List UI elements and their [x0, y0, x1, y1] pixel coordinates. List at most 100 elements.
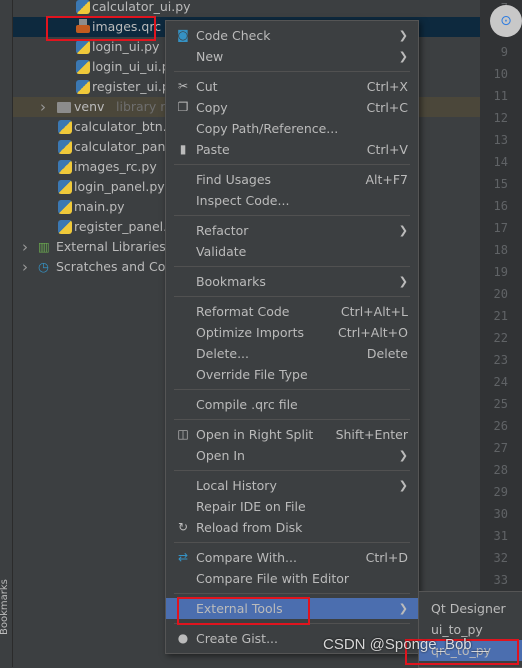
menu-item-paste[interactable]: ▮ Paste Ctrl+V — [166, 139, 418, 160]
screenshot-lens-icon[interactable]: ⊙ — [490, 5, 522, 37]
menu-separator — [166, 466, 418, 475]
python-file-icon — [58, 180, 72, 194]
menu-item-bookmarks[interactable]: Bookmarks ❯ — [166, 271, 418, 292]
menu-item-label: Reformat Code — [196, 304, 290, 319]
watermark: CSDN @Sponge_Bob__ — [323, 636, 489, 653]
line-number: 12 — [493, 111, 508, 125]
menu-item-label: Validate — [196, 244, 247, 259]
tree-item-label: login_ui.py — [92, 39, 160, 54]
line-number: 16 — [493, 199, 508, 213]
clipboard-icon: ▮ — [179, 142, 187, 156]
menu-item-label: Open In — [196, 448, 245, 463]
menu-item-compare-with[interactable]: ⇄ Compare With... Ctrl+D — [166, 547, 418, 568]
menu-item-open-in-right-split[interactable]: ◫ Open in Right Split Shift+Enter — [166, 424, 418, 445]
menu-item-repair-ide-on-file[interactable]: Repair IDE on File — [166, 496, 418, 517]
menu-separator — [166, 160, 418, 169]
menu-item-shortcut: Ctrl+V — [366, 142, 408, 157]
python-file-icon — [58, 220, 72, 234]
menu-item-label: Copy — [196, 100, 228, 115]
tree-item-label: login_panel.py — [74, 179, 165, 194]
tree-item[interactable]: calculator_ui.py — [13, 0, 480, 17]
menu-item-label: Delete... — [196, 346, 249, 361]
menu-item-override-file-type[interactable]: Override File Type — [166, 364, 418, 385]
menu-item-copy[interactable]: ❐ Copy Ctrl+C — [166, 97, 418, 118]
menu-item-shortcut: Shift+Enter — [335, 427, 408, 442]
menu-separator — [166, 619, 418, 628]
python-file-icon — [76, 0, 90, 14]
menu-item-open-in[interactable]: Open In ❯ — [166, 445, 418, 466]
scissors-icon: ✂ — [177, 79, 189, 93]
menu-item-delete[interactable]: Delete... Delete — [166, 343, 418, 364]
menu-item-refactor[interactable]: Refactor ❯ — [166, 220, 418, 241]
menu-item-local-history[interactable]: Local History ❯ — [166, 475, 418, 496]
menu-item-code-check[interactable]: ◙ Code Check ❯ — [166, 25, 418, 46]
reload-icon: ↻ — [177, 520, 189, 534]
menu-item-reload-from-disk[interactable]: ↻ Reload from Disk — [166, 517, 418, 538]
menu-item-label: Bookmarks — [196, 274, 266, 289]
scratches-icon: ◷ — [38, 259, 49, 274]
menu-separator — [166, 538, 418, 547]
menu-item-new[interactable]: New ❯ — [166, 46, 418, 67]
menu-separator — [166, 67, 418, 76]
line-number: 9 — [500, 45, 508, 59]
menu-separator — [166, 415, 418, 424]
menu-item-label: Paste — [196, 142, 230, 157]
line-number: 28 — [493, 463, 508, 477]
tree-item-label: External Libraries — [56, 239, 166, 254]
bookmarks-tool-tab[interactable]: Bookmarks — [0, 579, 10, 635]
menu-item-validate[interactable]: Validate — [166, 241, 418, 262]
expand-arrow-icon[interactable]: › — [22, 237, 28, 257]
line-number: 20 — [493, 287, 508, 301]
menu-item-reformat-code[interactable]: Reformat Code Ctrl+Alt+L — [166, 301, 418, 322]
menu-item-label: Local History — [196, 478, 277, 493]
menu-item-label: Inspect Code... — [196, 193, 290, 208]
line-number: 27 — [493, 441, 508, 455]
tree-item-label: venv — [74, 99, 105, 114]
python-file-icon — [58, 200, 72, 214]
menu-item-find-usages[interactable]: Find Usages Alt+F7 — [166, 169, 418, 190]
expand-arrow-icon[interactable]: › — [22, 257, 28, 277]
menu-item-label: Compare With... — [196, 550, 297, 565]
menu-item-label: Optimize Imports — [196, 325, 305, 340]
left-tool-strip: Bookmarks — [0, 0, 13, 667]
menu-item-label: New — [196, 49, 224, 64]
menu-item-shortcut: Ctrl+X — [366, 79, 408, 94]
python-file-icon — [76, 40, 90, 54]
menu-separator — [166, 292, 418, 301]
menu-item-cut[interactable]: ✂ Cut Ctrl+X — [166, 76, 418, 97]
menu-item-shortcut: Ctrl+D — [365, 550, 408, 565]
menu-item-label: Reload from Disk — [196, 520, 303, 535]
line-number: 33 — [493, 573, 508, 587]
menu-item-shortcut: Ctrl+C — [366, 100, 408, 115]
menu-item-qt-designer[interactable]: Qt Designer — [419, 598, 522, 619]
line-number: 22 — [493, 331, 508, 345]
external-tools-submenu: Qt Designer ui_to_py qrc_to_py — [418, 591, 522, 668]
menu-item-label: Code Check — [196, 28, 271, 43]
line-number: 17 — [493, 221, 508, 235]
menu-item-label: Compare File with Editor — [196, 571, 350, 586]
menu-item-external-tools[interactable]: External Tools ❯ — [166, 598, 418, 619]
menu-item-inspect-code[interactable]: Inspect Code... — [166, 190, 418, 211]
menu-item-label: Cut — [196, 79, 218, 94]
line-number: 13 — [493, 133, 508, 147]
menu-separator — [166, 385, 418, 394]
menu-item-shortcut: Ctrl+Alt+O — [338, 325, 408, 340]
compare-icon: ⇄ — [177, 550, 189, 564]
chevron-right-icon: ❯ — [398, 224, 408, 237]
menu-item-label: Compile .qrc file — [196, 397, 298, 412]
menu-item-compare-file-with-editor[interactable]: Compare File with Editor — [166, 568, 418, 589]
menu-item-compile-qrc-file[interactable]: Compile .qrc file — [166, 394, 418, 415]
menu-item-copy-path-reference[interactable]: Copy Path/Reference... — [166, 118, 418, 139]
qrc-file-icon — [76, 19, 90, 33]
menu-item-label: Refactor — [196, 223, 249, 238]
split-icon: ◫ — [177, 427, 189, 441]
copy-icon: ❐ — [177, 100, 189, 114]
line-number: 18 — [493, 243, 508, 257]
menu-item-optimize-imports[interactable]: Optimize Imports Ctrl+Alt+O — [166, 322, 418, 343]
menu-item-shortcut: Delete — [366, 346, 408, 361]
menu-item-label: External Tools — [196, 601, 283, 616]
expand-arrow-icon[interactable]: › — [40, 97, 46, 117]
menu-item-label: Repair IDE on File — [196, 499, 306, 514]
line-number: 15 — [493, 177, 508, 191]
line-number: 25 — [493, 397, 508, 411]
